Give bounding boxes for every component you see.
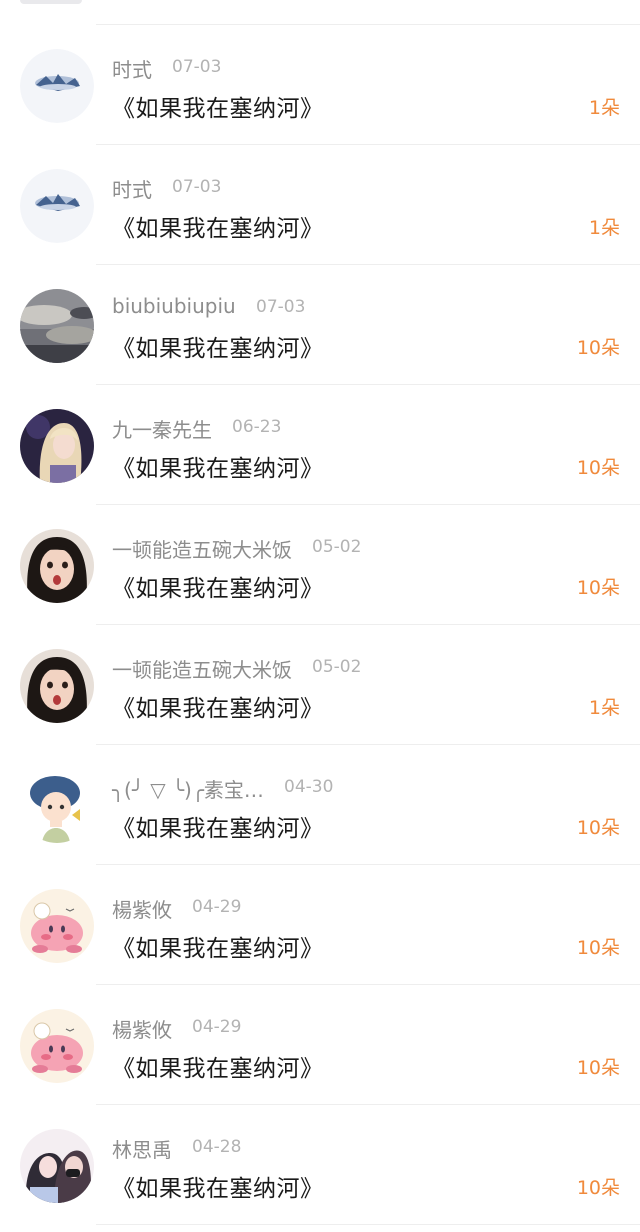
song-title: 《如果我在塞纳河》 <box>112 96 324 122</box>
gift-record-row[interactable]: 一顿能造五碗大米饭 05-02 《如果我在塞纳河》 1朵 <box>0 625 640 745</box>
song-title: 《如果我在塞纳河》 <box>112 1176 324 1202</box>
song-title: 《如果我在塞纳河》 <box>112 456 324 482</box>
flower-count: 10朵 <box>576 817 620 839</box>
gift-record-row[interactable]: 一顿能造五碗大米饭 05-02 《如果我在塞纳河》 10朵 <box>0 505 640 625</box>
sender-name[interactable]: 一顿能造五碗大米饭 <box>112 534 292 563</box>
gift-date: 07-03 <box>256 297 306 317</box>
gift-date: 04-30 <box>284 777 334 797</box>
flower-count: 1朵 <box>588 97 620 119</box>
gift-record-row[interactable]: ╮(╯ ▽ ╰)╭素宝… 04-30 《如果我在塞纳河》 10朵 <box>0 745 640 865</box>
surprised-girl-avatar[interactable] <box>20 529 94 603</box>
sender-name[interactable]: 时式 <box>112 174 152 203</box>
song-title: 《如果我在塞纳河》 <box>112 936 324 962</box>
sender-name[interactable]: 林思禹 <box>112 1134 172 1163</box>
flower-count: 10朵 <box>576 457 620 479</box>
gift-record-row[interactable]: biubiubiupiu 07-03 《如果我在塞纳河》 10朵 <box>0 265 640 385</box>
cloudy-sky-avatar[interactable] <box>20 289 94 363</box>
gift-record-row[interactable]: 林思禹 04-28 《如果我在塞纳河》 10朵 <box>0 1105 640 1225</box>
gift-date: 07-03 <box>172 177 222 197</box>
pink-kirby-avatar[interactable] <box>20 889 94 963</box>
sender-name[interactable]: biubiubiupiu <box>112 294 236 318</box>
song-title: 《如果我在塞纳河》 <box>112 696 324 722</box>
gift-date: 04-28 <box>192 1137 242 1157</box>
blue-sky-avatar[interactable] <box>20 169 94 243</box>
row-divider <box>96 1224 640 1225</box>
gift-record-row[interactable]: 楊紫攸 04-29 《如果我在塞纳河》 10朵 <box>0 985 640 1105</box>
cartoon-boy-avatar[interactable] <box>20 769 94 843</box>
gift-date: 06-23 <box>232 417 282 437</box>
gift-date: 04-29 <box>192 897 242 917</box>
gift-date: 04-29 <box>192 1017 242 1037</box>
flower-count: 10朵 <box>576 577 620 599</box>
gift-record-row[interactable]: 时式 07-03 《如果我在塞纳河》 1朵 <box>0 145 640 265</box>
song-title: 《如果我在塞纳河》 <box>112 1056 324 1082</box>
flower-count: 1朵 <box>588 217 620 239</box>
gift-date: 05-02 <box>312 537 362 557</box>
surprised-girl-avatar[interactable] <box>20 649 94 723</box>
sender-name[interactable]: 时式 <box>112 54 152 83</box>
previous-avatar-edge <box>20 0 82 4</box>
sender-name[interactable]: 九一秦先生 <box>112 414 212 443</box>
song-title: 《如果我在塞纳河》 <box>112 336 324 362</box>
pink-kirby-avatar[interactable] <box>20 1009 94 1083</box>
sender-name[interactable]: 一顿能造五碗大米饭 <box>112 654 292 683</box>
gift-date: 07-03 <box>172 57 222 77</box>
song-title: 《如果我在塞纳河》 <box>112 816 324 842</box>
flower-count: 10朵 <box>576 337 620 359</box>
gift-record-row[interactable]: 九一秦先生 06-23 《如果我在塞纳河》 10朵 <box>0 385 640 505</box>
blonde-girl-avatar[interactable] <box>20 409 94 483</box>
sender-name[interactable]: 楊紫攸 <box>112 894 172 923</box>
flower-count: 10朵 <box>576 937 620 959</box>
song-title: 《如果我在塞纳河》 <box>112 216 324 242</box>
song-title: 《如果我在塞纳河》 <box>112 576 324 602</box>
sender-name[interactable]: 楊紫攸 <box>112 1014 172 1043</box>
couple-illustration-avatar[interactable] <box>20 1129 94 1203</box>
sender-name[interactable]: ╮(╯ ▽ ╰)╭素宝… <box>112 774 264 803</box>
flower-count: 1朵 <box>588 697 620 719</box>
gift-record-row[interactable]: 时式 07-03 《如果我在塞纳河》 1朵 <box>0 25 640 145</box>
gift-date: 05-02 <box>312 657 362 677</box>
flower-count: 10朵 <box>576 1057 620 1079</box>
blue-sky-avatar[interactable] <box>20 49 94 123</box>
flower-count: 10朵 <box>576 1177 620 1199</box>
gift-record-row[interactable]: 楊紫攸 04-29 《如果我在塞纳河》 10朵 <box>0 865 640 985</box>
gift-record-list: 时式 07-03 《如果我在塞纳河》 1朵 时式 07-03 《如果我在塞纳河》 1朵 bi… <box>0 0 640 1232</box>
